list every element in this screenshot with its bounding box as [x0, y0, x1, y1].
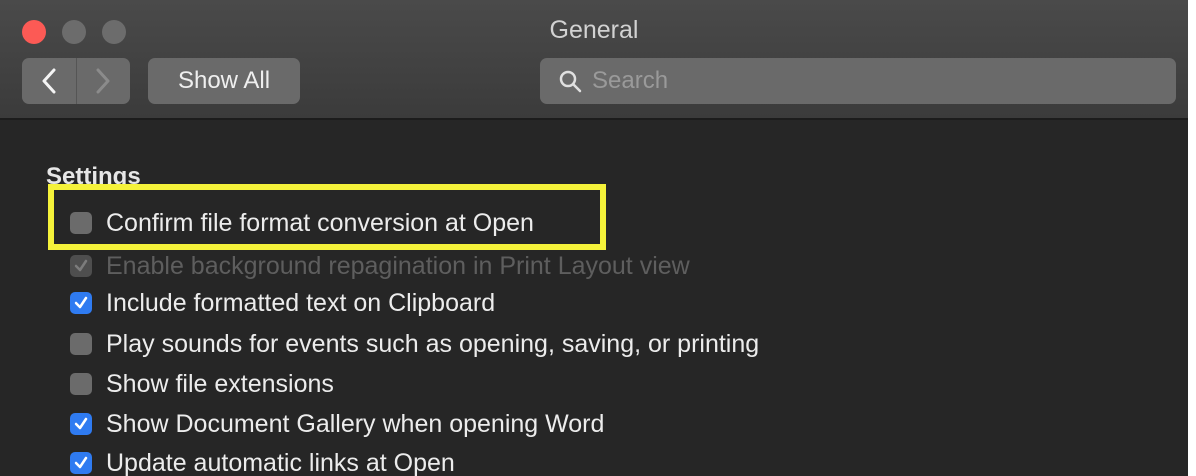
- window-toolbar: General Show All: [0, 0, 1188, 120]
- chevron-left-icon: [42, 68, 56, 94]
- option-label: Update automatic links at Open: [106, 448, 455, 476]
- back-button[interactable]: [22, 58, 76, 104]
- checkbox: [70, 255, 92, 277]
- checkbox[interactable]: [70, 292, 92, 314]
- option-background-repagination: Enable background repagination in Print …: [70, 249, 690, 283]
- window-title: General: [549, 16, 639, 44]
- checkmark-icon: [74, 259, 88, 272]
- checkmark-icon: [74, 456, 88, 469]
- option-label: Enable background repagination in Print …: [106, 251, 690, 280]
- search-icon: [556, 67, 584, 95]
- option-show-document-gallery[interactable]: Show Document Gallery when opening Word: [70, 407, 604, 441]
- forward-button[interactable]: [75, 58, 131, 104]
- option-label: Show file extensions: [106, 369, 334, 398]
- checkbox[interactable]: [70, 373, 92, 395]
- option-show-file-extensions[interactable]: Show file extensions: [70, 367, 334, 401]
- option-label: Show Document Gallery when opening Word: [106, 409, 605, 438]
- checkmark-icon: [74, 296, 88, 309]
- show-all-button[interactable]: Show All: [148, 58, 300, 104]
- checkbox[interactable]: [70, 413, 92, 435]
- search-input[interactable]: [590, 66, 1154, 96]
- checkbox[interactable]: [70, 333, 92, 355]
- preferences-window: General Show All Set: [0, 0, 1188, 476]
- option-update-links[interactable]: Update automatic links at Open: [70, 446, 455, 476]
- search-field[interactable]: [540, 58, 1176, 104]
- option-play-sounds[interactable]: Play sounds for events such as opening, …: [70, 327, 759, 361]
- chevron-right-icon: [96, 68, 110, 94]
- option-label: Play sounds for events such as opening, …: [106, 329, 760, 358]
- checkmark-icon: [74, 417, 88, 430]
- highlight-box: [48, 184, 606, 250]
- option-formatted-text-clipboard[interactable]: Include formatted text on Clipboard: [70, 286, 495, 320]
- image-margin: [1188, 0, 1196, 476]
- navigation-buttons: [22, 58, 130, 104]
- option-label: Include formatted text on Clipboard: [106, 288, 496, 317]
- checkbox[interactable]: [70, 452, 92, 474]
